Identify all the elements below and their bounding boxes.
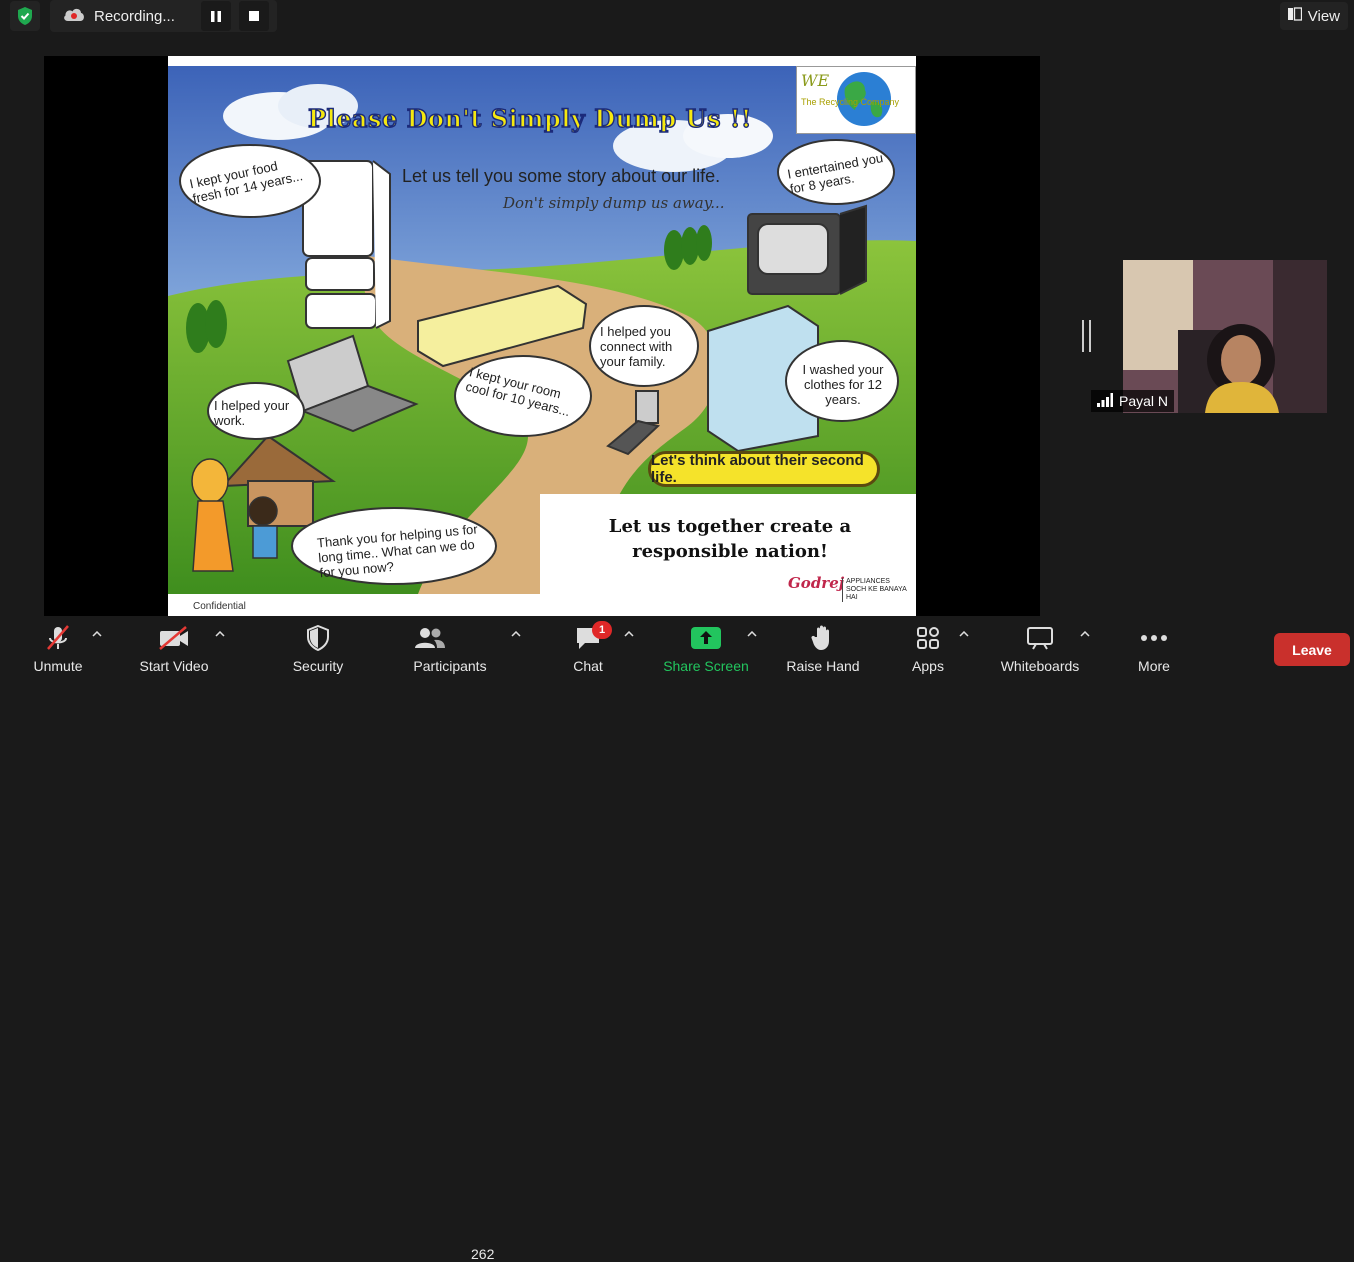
leave-button[interactable]: Leave: [1274, 633, 1350, 666]
stop-recording-button[interactable]: [238, 1, 269, 31]
apps-grid-icon: [916, 618, 940, 658]
more-button[interactable]: More: [1132, 618, 1176, 675]
unmute-button[interactable]: Unmute: [28, 618, 88, 675]
confidential-label: Confidential: [193, 601, 246, 612]
shared-screen: Please Don't Simply Dump Us !! Let us te…: [44, 56, 1040, 616]
muted-mic-icon: [45, 618, 71, 658]
security-button[interactable]: Security: [288, 618, 348, 675]
signal-strength-icon: [1097, 392, 1113, 410]
participant-name: Payal N: [1119, 393, 1169, 409]
meeting-toolbar: Unmute Start Video Security Participants…: [0, 618, 1354, 1262]
share-screen-button[interactable]: Share Screen: [660, 618, 752, 675]
slide-footer-box: Let us together create a responsible nat…: [540, 494, 916, 602]
bubble-laptop: I helped your work.: [214, 398, 290, 428]
slide-nation-text: Let us together create a responsible nat…: [608, 516, 852, 562]
recording-cloud-icon: [62, 6, 86, 27]
recording-indicator: Recording...: [50, 0, 277, 32]
participants-label: Participants: [413, 658, 487, 674]
logo-tagline: The Recycling Company: [801, 97, 900, 107]
participants-icon: [414, 618, 446, 658]
panel-resize-handle[interactable]: [1082, 320, 1091, 352]
whiteboards-options-chevron-icon[interactable]: [1079, 628, 1091, 640]
godrej-logo: Godrej: [788, 574, 845, 592]
chat-options-chevron-icon[interactable]: [623, 628, 635, 640]
share-options-chevron-icon[interactable]: [746, 628, 758, 640]
raise-hand-label: Raise Hand: [786, 658, 860, 674]
share-screen-arrow-icon: [691, 618, 721, 658]
appliances-tagline: SOCH KE BANAYA HAI: [846, 586, 907, 601]
second-life-banner: Let's think about their second life.: [648, 451, 880, 487]
bubble-washer: I washed your clothes for 12 years.: [802, 362, 884, 407]
unmute-label: Unmute: [33, 658, 83, 674]
audio-options-chevron-icon[interactable]: [91, 628, 103, 640]
bubble-phone: I helped you connect with your family.: [600, 324, 673, 369]
slide-title: Please Don't Simply Dump Us !!: [307, 103, 752, 133]
start-video-label: Start Video: [139, 658, 209, 674]
presentation-slide: Please Don't Simply Dump Us !! Let us te…: [168, 56, 916, 616]
appliances-logo: APPLIANCES SOCH KE BANAYA HAI: [842, 578, 916, 602]
chat-label: Chat: [573, 658, 603, 674]
logo-we: WE: [801, 71, 830, 90]
video-options-chevron-icon[interactable]: [214, 628, 226, 640]
we-recycling-logo: WE The Recycling Company: [796, 66, 916, 134]
raise-hand-icon: [811, 618, 835, 658]
appliances-label: APPLIANCES: [846, 578, 890, 585]
encryption-shield-icon[interactable]: [10, 1, 40, 31]
start-video-button[interactable]: Start Video: [134, 618, 214, 675]
apps-label: Apps: [912, 658, 944, 674]
security-shield-icon: [306, 618, 330, 658]
slide-subtitle-2: Don't simply dump us away...: [503, 194, 725, 212]
share-screen-label: Share Screen: [663, 658, 749, 674]
pause-recording-button[interactable]: [200, 1, 231, 31]
whiteboard-icon: [1026, 618, 1054, 658]
apps-options-chevron-icon[interactable]: [958, 628, 970, 640]
view-label: View: [1307, 7, 1340, 25]
view-layout-icon: [1287, 7, 1302, 25]
whiteboards-button[interactable]: Whiteboards: [994, 618, 1086, 675]
view-options-button[interactable]: View: [1279, 2, 1348, 30]
whiteboards-label: Whiteboards: [1000, 658, 1080, 674]
more-label: More: [1138, 658, 1170, 674]
participants-button[interactable]: Participants: [408, 618, 492, 675]
video-off-icon: [158, 618, 190, 658]
recording-label: Recording...: [94, 7, 175, 25]
participant-name-tag: Payal N: [1091, 390, 1175, 412]
meeting-status-bar: Recording...: [10, 0, 277, 32]
participants-options-chevron-icon[interactable]: [510, 628, 522, 640]
apps-button[interactable]: Apps: [908, 618, 948, 675]
security-label: Security: [292, 658, 344, 674]
more-dots-icon: [1140, 618, 1168, 658]
slide-subtitle: Let us tell you some story about our lif…: [402, 166, 721, 186]
participants-count: 262: [471, 1246, 495, 1262]
chat-unread-badge: 1: [592, 621, 612, 639]
raise-hand-button[interactable]: Raise Hand: [782, 618, 864, 675]
